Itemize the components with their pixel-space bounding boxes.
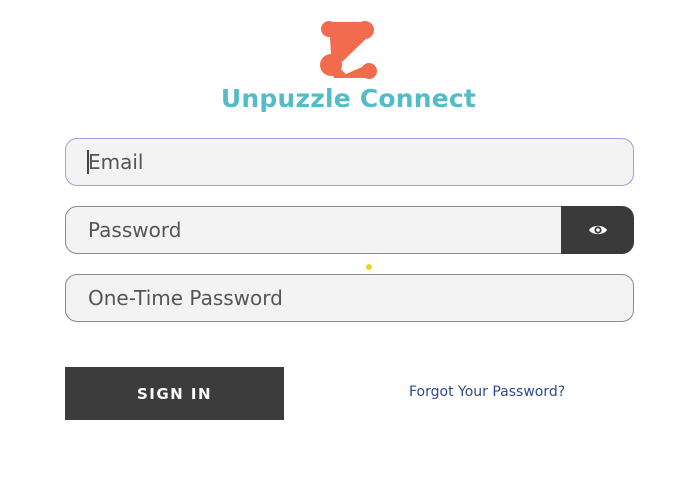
sign-in-button[interactable]: SIGN IN	[65, 367, 284, 420]
cursor-indicator-dot	[366, 264, 372, 270]
puzzle-link-icon	[320, 21, 377, 79]
password-field[interactable]	[65, 206, 562, 254]
text-cursor	[87, 150, 89, 174]
email-field[interactable]	[65, 138, 634, 186]
eye-icon	[588, 225, 607, 235]
one-time-password-field[interactable]	[65, 274, 634, 322]
show-password-button[interactable]	[561, 206, 634, 254]
brand-name: Unpuzzle Connect	[220, 84, 477, 113]
login-page: Unpuzzle Connect SIGN IN Forgot Your Pas…	[0, 0, 697, 487]
forgot-password-link[interactable]: Forgot Your Password?	[409, 384, 565, 400]
